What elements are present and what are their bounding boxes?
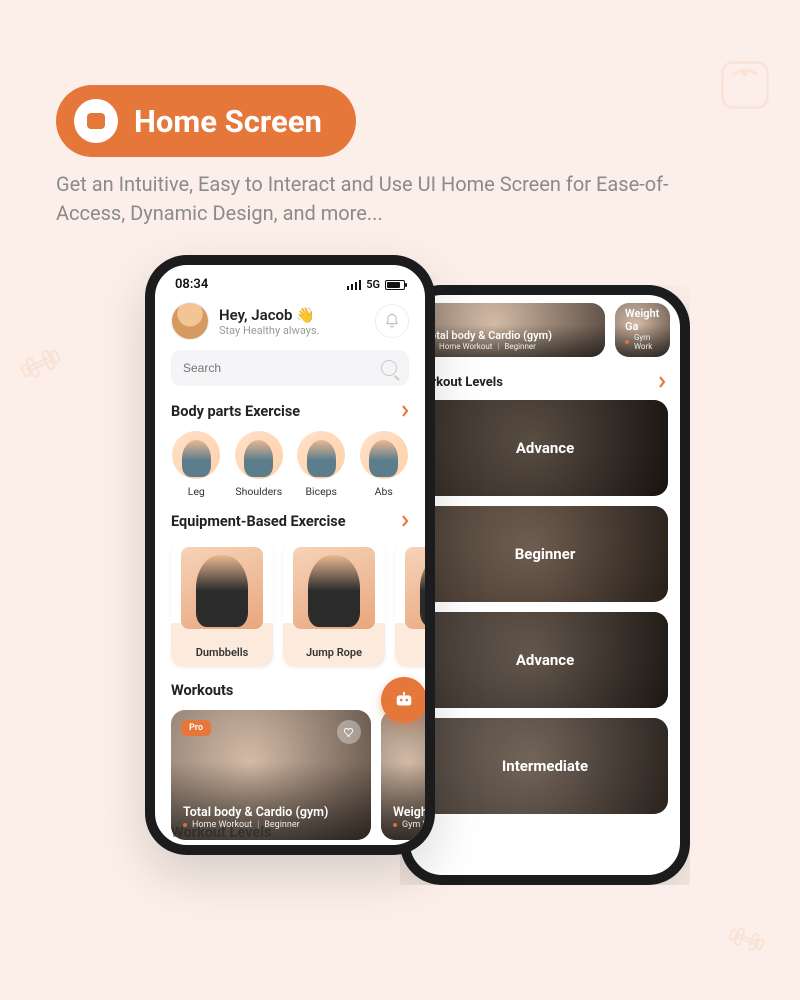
workout-meta: Gym Work — [625, 333, 670, 351]
equipment-card[interactable]: Dumbbells — [171, 541, 273, 667]
workout-card[interactable]: Pro Total body & Cardio (gym) Home Worko… — [171, 710, 371, 840]
status-time: 08:34 — [175, 277, 208, 292]
equipment-label: Jump Rope — [306, 646, 362, 659]
bodypart-label: Leg — [167, 485, 226, 498]
equipment-image — [405, 547, 425, 629]
battery-icon — [385, 280, 405, 290]
level-label: Intermediate — [502, 757, 588, 775]
section-title: Body parts Exercise — [171, 403, 300, 420]
bodypart-item[interactable]: Leg — [167, 431, 226, 498]
workout-meta: Home Workout | Beginner — [430, 342, 552, 351]
section-header-bodyparts: Body parts Exercise — [155, 400, 425, 431]
level-label: Advance — [516, 651, 574, 669]
section-header-levels: orkout Levels — [410, 367, 680, 400]
bodypart-label: Shoulders — [230, 485, 289, 498]
chevron-right-icon[interactable] — [401, 402, 409, 421]
section-header-equipment: Equipment-Based Exercise — [155, 510, 425, 541]
bodypart-item[interactable]: Abs — [355, 431, 414, 498]
bodypart-image — [235, 431, 283, 479]
bodypart-image — [172, 431, 220, 479]
page-title-pill: Home Screen — [56, 85, 356, 157]
workout-name: Weight Ga — [393, 805, 425, 820]
bg-scale-icon — [715, 55, 775, 130]
equipment-image — [293, 547, 375, 629]
equipment-card[interactable]: Jump Rope — [283, 541, 385, 667]
equipment-card[interactable]: Kett — [395, 541, 425, 667]
workout-name: Total body & Cardio (gym) — [183, 805, 328, 820]
section-title: Equipment-Based Exercise — [171, 513, 346, 530]
workout-meta: Home Workout | Beginner — [183, 820, 328, 830]
status-bar: 08:34 5G — [155, 265, 425, 298]
workout-card[interactable]: Weight Ga Gym Work — [381, 710, 425, 840]
search-input[interactable] — [183, 361, 373, 375]
level-label: Advance — [516, 439, 574, 457]
chevron-right-icon[interactable] — [401, 512, 409, 531]
workout-card[interactable]: otal body & Cardio (gym) Home Workout | … — [420, 303, 605, 357]
equipment-label: Dumbbells — [196, 646, 249, 659]
section-title: orkout Levels — [424, 375, 503, 390]
greeting-subtext: Stay Healthy always. — [219, 324, 365, 337]
bodypart-item[interactable]: Shoulders — [230, 431, 289, 498]
bodypart-image — [297, 431, 345, 479]
level-card[interactable]: Beginner — [422, 506, 668, 602]
phone-mockup-front: 08:34 5G Hey, Jacob 👋 Stay Healthy alway… — [145, 255, 435, 855]
favorite-button[interactable] — [337, 720, 361, 744]
phone-mockup-back: otal body & Cardio (gym) Home Workout | … — [400, 285, 690, 885]
chevron-right-icon[interactable] — [658, 373, 666, 392]
level-label: Beginner — [515, 545, 576, 563]
greeting-text: Hey, Jacob 👋 — [219, 306, 365, 324]
level-card[interactable]: Advance — [422, 612, 668, 708]
signal-icon — [347, 280, 362, 290]
chatbot-fab[interactable] — [381, 677, 425, 723]
bodypart-label: Biceps — [292, 485, 351, 498]
level-card[interactable]: Advance — [422, 400, 668, 496]
equipment-image — [181, 547, 263, 629]
notifications-button[interactable] — [375, 304, 409, 338]
home-icon — [74, 99, 118, 143]
section-title: Workouts — [171, 682, 233, 699]
bodypart-label: Abs — [355, 485, 414, 498]
page-title: Home Screen — [134, 103, 322, 140]
pro-badge: Pro — [181, 720, 211, 736]
bodypart-item[interactable]: Biceps — [292, 431, 351, 498]
workout-card[interactable]: Weight Ga Gym Work — [615, 303, 670, 357]
network-label: 5G — [366, 278, 380, 291]
search-icon — [381, 360, 397, 376]
bodypart-image — [360, 431, 408, 479]
workout-meta: Gym Work — [393, 820, 425, 830]
workout-name: Weight Ga — [625, 307, 670, 333]
workout-name: otal body & Cardio (gym) — [430, 329, 552, 342]
level-card[interactable]: Intermediate — [422, 718, 668, 814]
search-field[interactable] — [171, 350, 409, 386]
page-intro: Get an Intuitive, Easy to Interact and U… — [56, 170, 722, 228]
avatar[interactable] — [171, 302, 209, 340]
